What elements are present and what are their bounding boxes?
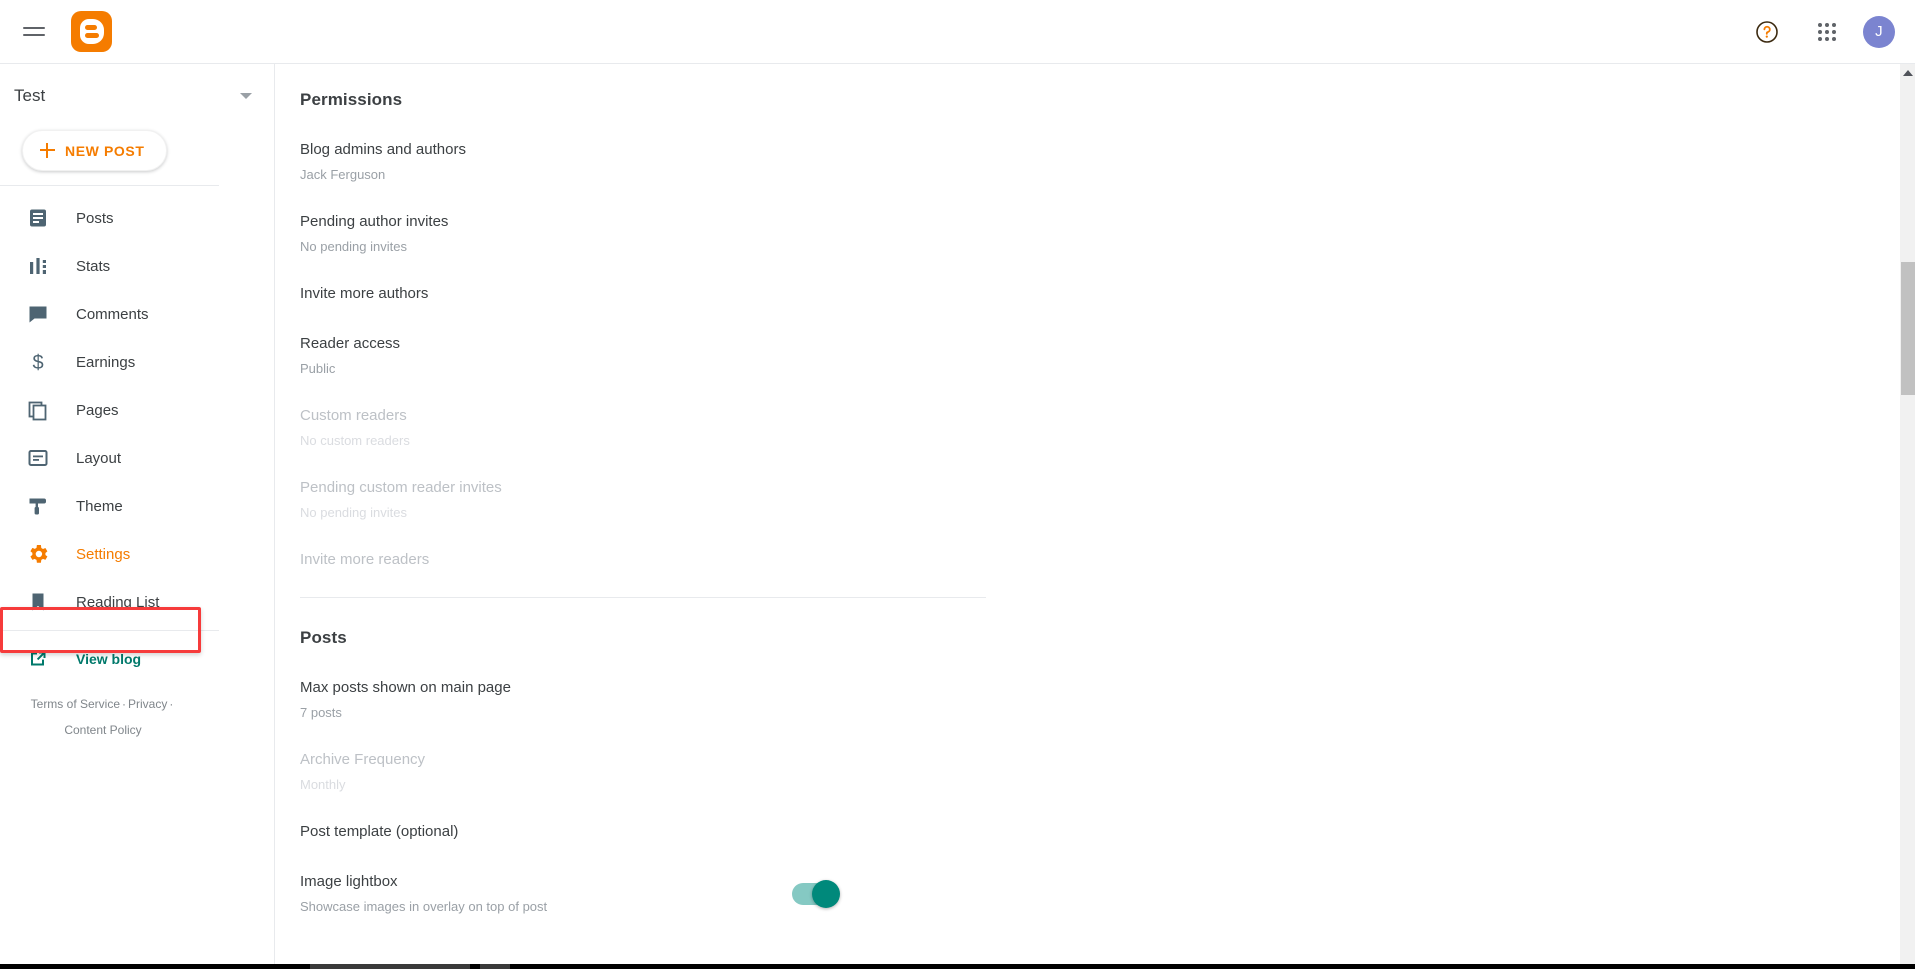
setting-label: Reader access xyxy=(300,335,401,352)
setting-value: No pending invites xyxy=(300,239,407,254)
setting-row-post-template[interactable]: Post template (optional) xyxy=(300,815,990,849)
scrollbar-up-arrow-icon[interactable] xyxy=(1900,64,1915,81)
setting-value: Showcase images in overlay on top of pos… xyxy=(300,899,548,914)
setting-value: No custom readers xyxy=(300,433,410,448)
page-scrollbar[interactable] xyxy=(1899,64,1915,969)
hamburger-bar xyxy=(23,34,45,36)
new-post-button[interactable]: NEW POST xyxy=(22,130,168,171)
setting-label: Invite more authors xyxy=(300,285,429,302)
google-apps-grid-icon[interactable] xyxy=(1815,20,1839,44)
setting-label: Post template (optional) xyxy=(300,823,459,840)
blogger-logo-icon[interactable] xyxy=(71,11,112,52)
theme-icon xyxy=(26,494,50,518)
pages-icon xyxy=(26,398,50,422)
setting-label: Custom readers xyxy=(300,407,407,424)
section-title-permissions: Permissions xyxy=(300,90,403,109)
content-policy-link[interactable]: Content Policy xyxy=(64,723,141,737)
view-blog-label: View blog xyxy=(76,651,142,667)
stats-icon xyxy=(26,254,50,278)
setting-value: 7 posts xyxy=(300,705,342,720)
sidebar-footer-links: Terms of Service · Privacy · Content Policy xyxy=(0,683,210,743)
settings-panel: Permissions Blog admins and authors Jack… xyxy=(276,64,1236,923)
view-blog-button[interactable]: View blog xyxy=(0,635,274,683)
sidebar-item-label: Reading List xyxy=(76,593,160,611)
sidebar-item-label: Stats xyxy=(76,257,111,275)
top-app-bar: J xyxy=(0,0,1915,64)
setting-row-reader-access[interactable]: Reader access Public xyxy=(300,327,990,385)
blog-name-label: Test xyxy=(14,86,46,105)
sidebar-item-stats[interactable]: Stats xyxy=(0,242,274,290)
sidebar-item-posts[interactable]: Posts xyxy=(0,194,274,242)
help-circle-icon[interactable] xyxy=(1755,20,1779,44)
blog-selector[interactable]: Test xyxy=(0,72,274,120)
main-content: Permissions Blog admins and authors Jack… xyxy=(276,64,1899,969)
sidebar-item-layout[interactable]: Layout xyxy=(0,434,274,482)
sidebar-item-label: Layout xyxy=(76,449,122,467)
privacy-link[interactable]: Privacy xyxy=(128,697,167,711)
hamburger-bar xyxy=(23,27,45,29)
setting-row-invite-more-readers: Invite more readers xyxy=(300,543,990,577)
sidebar-item-label: Comments xyxy=(76,305,149,323)
new-post-label: NEW POST xyxy=(65,142,145,159)
scrollbar-thumb[interactable] xyxy=(1901,262,1915,395)
plus-icon xyxy=(40,143,55,158)
sidebar-item-label: Theme xyxy=(76,497,123,515)
chevron-down-icon xyxy=(240,93,252,99)
setting-row-archive-frequency: Archive Frequency Monthly xyxy=(300,743,990,801)
layout-icon xyxy=(26,446,50,470)
settings-gear-icon xyxy=(26,542,50,566)
setting-value: No pending invites xyxy=(300,505,407,520)
sidebar-item-earnings[interactable]: $ Earnings xyxy=(0,338,274,386)
sidebar-item-comments[interactable]: Comments xyxy=(0,290,274,338)
sidebar-item-label: Pages xyxy=(76,401,119,419)
setting-label: Image lightbox xyxy=(300,873,398,890)
setting-row-custom-readers: Custom readers No custom readers xyxy=(300,399,990,457)
sidebar: Test NEW POST Posts Stats Comments $ Ear… xyxy=(0,64,275,969)
avatar[interactable]: J xyxy=(1863,15,1895,48)
posts-icon xyxy=(26,206,50,230)
footer-separator: · xyxy=(122,697,126,711)
section-title-posts: Posts xyxy=(300,628,347,647)
os-taskbar xyxy=(0,964,1915,969)
setting-row-pending-custom-reader-invites: Pending custom reader invites No pending… xyxy=(300,471,990,529)
new-post-button-wrap: NEW POST xyxy=(0,120,274,185)
setting-label: Pending custom reader invites xyxy=(300,479,502,496)
setting-row-image-lightbox[interactable]: Image lightbox Showcase images in overla… xyxy=(300,865,990,923)
svg-text:$: $ xyxy=(32,352,43,374)
blogger-b-glyph xyxy=(79,19,104,44)
setting-label: Blog admins and authors xyxy=(300,141,466,158)
earnings-icon: $ xyxy=(26,350,50,374)
sidebar-item-theme[interactable]: Theme xyxy=(0,482,274,530)
external-link-icon xyxy=(26,647,50,671)
sidebar-item-settings[interactable]: Settings xyxy=(0,530,274,578)
sidebar-divider-bottom xyxy=(0,630,219,631)
image-lightbox-toggle[interactable] xyxy=(792,880,840,908)
sidebar-item-label: Settings xyxy=(76,545,131,563)
sidebar-item-reading-list[interactable]: Reading List xyxy=(0,578,274,626)
hamburger-menu-icon[interactable] xyxy=(10,8,58,56)
sidebar-item-label: Earnings xyxy=(76,353,136,371)
setting-label: Pending author invites xyxy=(300,213,449,230)
terms-of-service-link[interactable]: Terms of Service xyxy=(31,697,120,711)
footer-separator: · xyxy=(169,697,174,711)
setting-row-max-posts-shown-on-main-page[interactable]: Max posts shown on main page 7 posts xyxy=(300,671,990,729)
sidebar-item-pages[interactable]: Pages xyxy=(0,386,274,434)
reading-list-icon xyxy=(26,590,50,614)
setting-row-blog-admins-and-authors[interactable]: Blog admins and authors Jack Ferguson xyxy=(300,133,990,191)
setting-value: Jack Ferguson xyxy=(300,167,386,182)
setting-label: Archive Frequency xyxy=(300,751,426,768)
sidebar-nav-list: Posts Stats Comments $ Earnings Pages La… xyxy=(0,186,274,626)
sidebar-item-label: Posts xyxy=(76,209,114,227)
setting-row-invite-more-authors[interactable]: Invite more authors xyxy=(300,277,990,311)
section-divider xyxy=(300,597,986,598)
setting-row-pending-author-invites[interactable]: Pending author invites No pending invite… xyxy=(300,205,990,263)
comments-icon xyxy=(26,302,50,326)
setting-value: Monthly xyxy=(300,777,346,792)
setting-label: Invite more readers xyxy=(300,551,430,568)
setting-value: Public xyxy=(300,361,336,376)
setting-label: Max posts shown on main page xyxy=(300,679,511,696)
toggle-knob xyxy=(812,880,840,908)
